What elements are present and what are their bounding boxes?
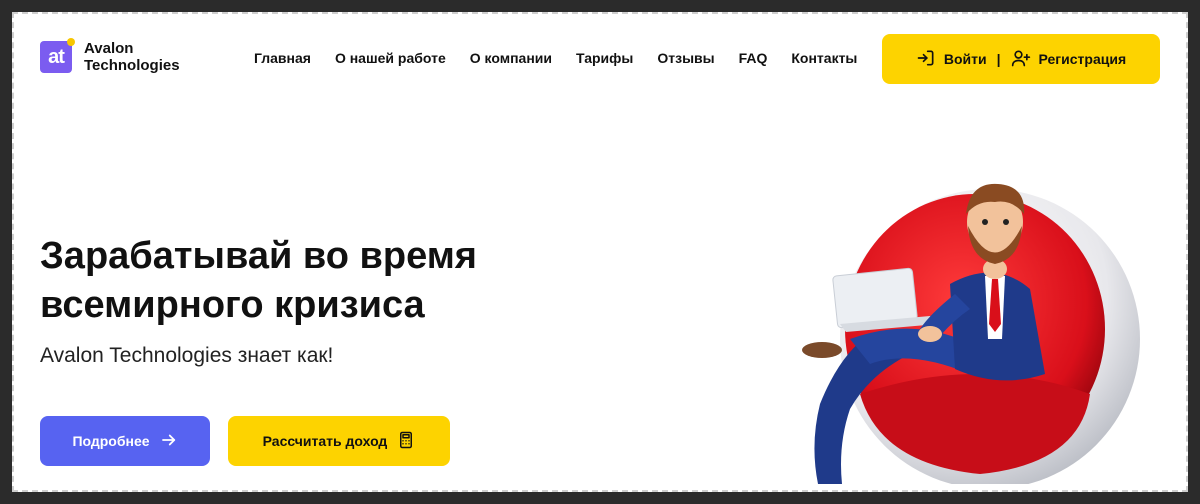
nav-item-reviews[interactable]: Отзывы	[657, 50, 714, 66]
main-nav: Главная О нашей работе О компании Тарифы…	[254, 50, 857, 66]
logo-dot-icon	[67, 38, 75, 46]
calculator-icon	[397, 431, 415, 452]
auth-separator: |	[996, 51, 1001, 67]
user-plus-icon	[1011, 48, 1031, 71]
register-button[interactable]: Регистрация	[1011, 48, 1127, 71]
man-in-egg-chair-illustration	[802, 183, 1140, 484]
brand-name-line2: Technologies	[84, 57, 180, 74]
login-icon	[916, 48, 936, 71]
more-button[interactable]: Подробнее	[40, 416, 210, 466]
nav-item-our-work[interactable]: О нашей работе	[335, 50, 446, 66]
man-shoe	[802, 342, 842, 358]
man-hand	[918, 326, 942, 342]
login-button[interactable]: Войти	[916, 48, 987, 71]
hero-subtitle: Avalon Technologies знает как!	[40, 344, 334, 367]
arrow-right-icon	[160, 431, 178, 452]
hero-title: Зарабатывай во время всемирного кризиса	[40, 232, 560, 330]
more-label: Подробнее	[72, 433, 150, 449]
logo-mark: at	[40, 38, 75, 73]
brand-name: Avalon Technologies	[84, 40, 194, 74]
man-eye-left	[982, 219, 988, 225]
auth-panel: Войти | Регистрация	[882, 34, 1160, 84]
nav-item-pricing[interactable]: Тарифы	[576, 50, 633, 66]
brand-logo[interactable]: at Avalon Technologies	[40, 38, 194, 74]
hero-title-line1: Зарабатывай во время	[40, 235, 477, 277]
calculate-income-button[interactable]: Рассчитать доход	[228, 416, 450, 466]
register-label: Регистрация	[1038, 51, 1127, 67]
login-label: Войти	[943, 51, 987, 67]
logo-glyph: at	[48, 45, 65, 68]
hero-title-line2: всемирного кризиса	[40, 284, 425, 326]
nav-item-home[interactable]: Главная	[254, 50, 311, 66]
nav-item-about[interactable]: О компании	[470, 50, 552, 66]
calc-label: Рассчитать доход	[262, 433, 388, 449]
man-eye-right	[1003, 219, 1009, 225]
nav-item-contacts[interactable]: Контакты	[791, 50, 857, 66]
brand-name-line1: Avalon	[84, 40, 134, 57]
page-frame: at Avalon Technologies Главная О нашей р…	[12, 12, 1188, 492]
nav-item-faq[interactable]: FAQ	[739, 50, 768, 66]
